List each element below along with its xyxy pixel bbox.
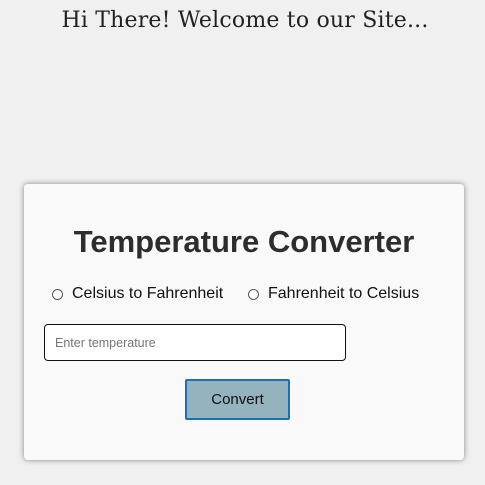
converter-card: Temperature Converter Celsius to Fahrenh… [24, 184, 464, 460]
convert-button[interactable]: Convert [185, 379, 290, 420]
radio-button-icon[interactable] [52, 288, 63, 300]
radio-label: Fahrenheit to Celsius [268, 285, 420, 302]
conversion-options: Celsius to Fahrenheit Fahrenheit to Cels… [52, 285, 452, 305]
temperature-input[interactable] [44, 324, 346, 361]
radio-label: Celsius to Fahrenheit [72, 285, 224, 302]
converter-title: Temperature Converter [73, 224, 415, 259]
radio-fahrenheit-to-celsius[interactable]: Fahrenheit to Celsius [248, 285, 419, 303]
welcome-heading: Hi There! Welcome to our Site... [61, 8, 429, 33]
radio-celsius-to-fahrenheit[interactable]: Celsius to Fahrenheit [52, 285, 223, 303]
radio-button-icon[interactable] [248, 288, 259, 300]
